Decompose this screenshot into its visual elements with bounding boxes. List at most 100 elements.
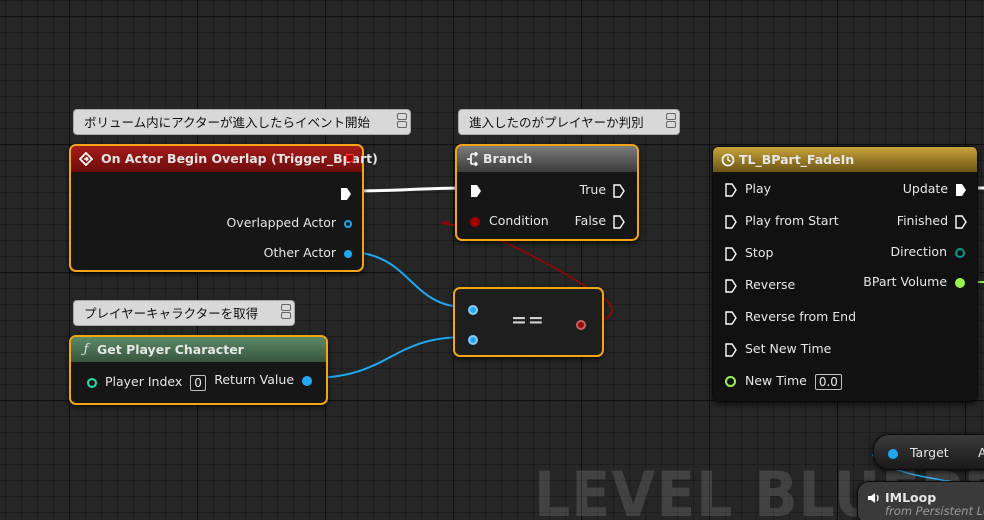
branch-condition-label: Condition <box>488 213 549 228</box>
new-time-input[interactable]: 0.0 <box>814 373 842 390</box>
timeline-input-label: Play from Start <box>744 213 839 228</box>
timeline-play-pin[interactable]: Play <box>725 181 771 197</box>
branch-icon <box>465 151 479 167</box>
timeline-direction-pin[interactable]: Direction <box>891 244 965 260</box>
comment-pin-icon[interactable] <box>281 303 291 323</box>
timeline-node-title: TL_BPart_FadeIn <box>739 152 855 167</box>
imloop-node[interactable]: IMLoop from Persistent Le <box>857 481 984 520</box>
overlap-node-header: On Actor Begin Overlap (Trigger_Bpart) <box>71 146 378 172</box>
bool-pin-icon <box>470 216 480 227</box>
timeline-bpart-volume-pin[interactable]: BPart Volume <box>863 274 965 290</box>
target-extra: A <box>978 445 984 461</box>
int-pin-icon <box>87 377 97 388</box>
target-extra-label: A <box>978 445 984 460</box>
comment-player[interactable]: プレイヤーキャラクターを取得 <box>73 300 295 326</box>
equal-result-pin[interactable] <box>576 316 586 332</box>
equal-node[interactable]: == <box>453 287 604 357</box>
exec-out-icon <box>613 183 625 198</box>
function-icon: ƒ <box>83 342 89 357</box>
direction-label: Direction <box>890 244 948 259</box>
enum-pin-icon <box>955 247 965 258</box>
comment-pin-icon[interactable] <box>666 112 676 132</box>
new-time-label: New Time <box>744 373 807 388</box>
imloop-title: IMLoop <box>885 490 937 505</box>
exec-in-icon <box>725 342 737 357</box>
get-player-character-node[interactable]: ƒ Get Player Character Player Index 0 Re… <box>69 335 328 405</box>
bool-pin-icon <box>576 319 586 330</box>
timeline-set-new-time-pin[interactable]: Set New Time <box>725 341 831 357</box>
timeline-input-label: Stop <box>744 245 774 260</box>
object-pin-icon <box>302 375 312 386</box>
branch-true-pin[interactable]: True <box>579 182 625 198</box>
float-pin-icon <box>725 376 736 387</box>
float-pin-icon <box>955 277 965 288</box>
exec-out-icon <box>340 187 352 201</box>
timeline-reverse-pin[interactable]: Reverse <box>725 277 795 293</box>
target-node[interactable]: Target A <box>873 434 984 470</box>
equal-b-pin[interactable] <box>468 331 478 347</box>
object-pin-icon <box>468 304 478 315</box>
other-actor-label: Other Actor <box>263 245 337 260</box>
timeline-input-label: Set New Time <box>744 341 832 356</box>
exec-in-icon <box>725 246 737 261</box>
target-pin[interactable]: Target <box>888 445 949 461</box>
player-index-label: Player Index <box>104 374 183 389</box>
overlapped-actor-pin[interactable]: Overlapped Actor <box>226 215 352 231</box>
object-pin-icon <box>344 249 352 258</box>
branch-false-pin[interactable]: False <box>575 213 625 229</box>
branch-exec-in-pin[interactable] <box>470 182 482 198</box>
delegate-pin-icon[interactable] <box>346 154 354 162</box>
timeline-update-pin[interactable]: Update <box>903 181 967 197</box>
player-index-pin[interactable]: Player Index 0 <box>87 374 206 391</box>
timeline-reverse-from-end-pin[interactable]: Reverse from End <box>725 309 856 325</box>
player-index-input[interactable]: 0 <box>190 374 206 391</box>
timeline-input-label: Play <box>744 181 772 196</box>
comment-overlap[interactable]: ボリューム内にアクターが進入したらイベント開始 <box>73 109 411 135</box>
comment-branch-text: 進入したのがプレイヤーか判別 <box>469 115 644 130</box>
event-diamond-icon <box>78 151 94 167</box>
imloop-subtitle: from Persistent Le <box>885 504 984 518</box>
overlap-exec-out-pin[interactable] <box>340 185 352 201</box>
object-pin-icon <box>344 219 352 228</box>
comment-overlap-text: ボリューム内にアクターが進入したらイベント開始 <box>84 115 371 130</box>
overlapped-actor-label: Overlapped Actor <box>226 215 337 230</box>
comment-branch[interactable]: 進入したのがプレイヤーか判別 <box>458 109 680 135</box>
return-value-pin[interactable]: Return Value <box>214 372 312 388</box>
other-actor-pin[interactable]: Other Actor <box>264 245 352 261</box>
get-player-node-header: ƒ Get Player Character <box>71 337 326 362</box>
branch-true-label: True <box>579 182 607 197</box>
timeline-new-time-pin[interactable]: New Time 0.0 <box>725 373 842 390</box>
branch-false-label: False <box>574 213 607 228</box>
exec-in-icon <box>725 278 737 293</box>
timeline-node[interactable]: TL_BPart_FadeIn Play Play from Start Sto… <box>712 146 978 402</box>
get-player-node-title: Get Player Character <box>97 342 244 357</box>
timeline-stop-pin[interactable]: Stop <box>725 245 773 261</box>
update-label: Update <box>902 181 949 196</box>
timeline-finished-pin[interactable]: Finished <box>897 213 967 229</box>
branch-condition-pin[interactable]: Condition <box>470 213 549 229</box>
overlap-node-title: On Actor Begin Overlap (Trigger_Bpart) <box>101 151 378 166</box>
blueprint-graph[interactable]: LEVEL BLUEPRINT ボリューム内にアクターが進入したらイベント開始 … <box>0 0 984 520</box>
branch-node[interactable]: Branch True Condition False <box>455 144 639 241</box>
return-value-wire <box>309 336 466 379</box>
timeline-node-header: TL_BPart_FadeIn <box>713 147 977 172</box>
object-pin-icon <box>888 448 898 459</box>
branch-node-title: Branch <box>483 151 533 166</box>
on-actor-begin-overlap-node[interactable]: On Actor Begin Overlap (Trigger_Bpart) O… <box>69 144 378 272</box>
return-value-label: Return Value <box>214 372 295 387</box>
timeline-play-from-start-pin[interactable]: Play from Start <box>725 213 839 229</box>
exec-out-icon <box>955 214 967 229</box>
equal-operator: == <box>511 309 545 331</box>
exec-in-icon <box>725 182 737 197</box>
exec-in-icon <box>725 214 737 229</box>
exec-out-icon <box>613 214 625 229</box>
clock-icon <box>721 153 735 167</box>
bpart-volume-label: BPart Volume <box>863 274 948 289</box>
finished-label: Finished <box>896 213 949 228</box>
exec-wire <box>347 186 469 193</box>
equal-a-pin[interactable] <box>468 301 478 317</box>
comment-player-text: プレイヤーキャラクターを取得 <box>84 306 259 321</box>
speaker-icon <box>867 490 881 509</box>
object-pin-icon <box>468 334 478 345</box>
comment-pin-icon[interactable] <box>397 112 407 132</box>
